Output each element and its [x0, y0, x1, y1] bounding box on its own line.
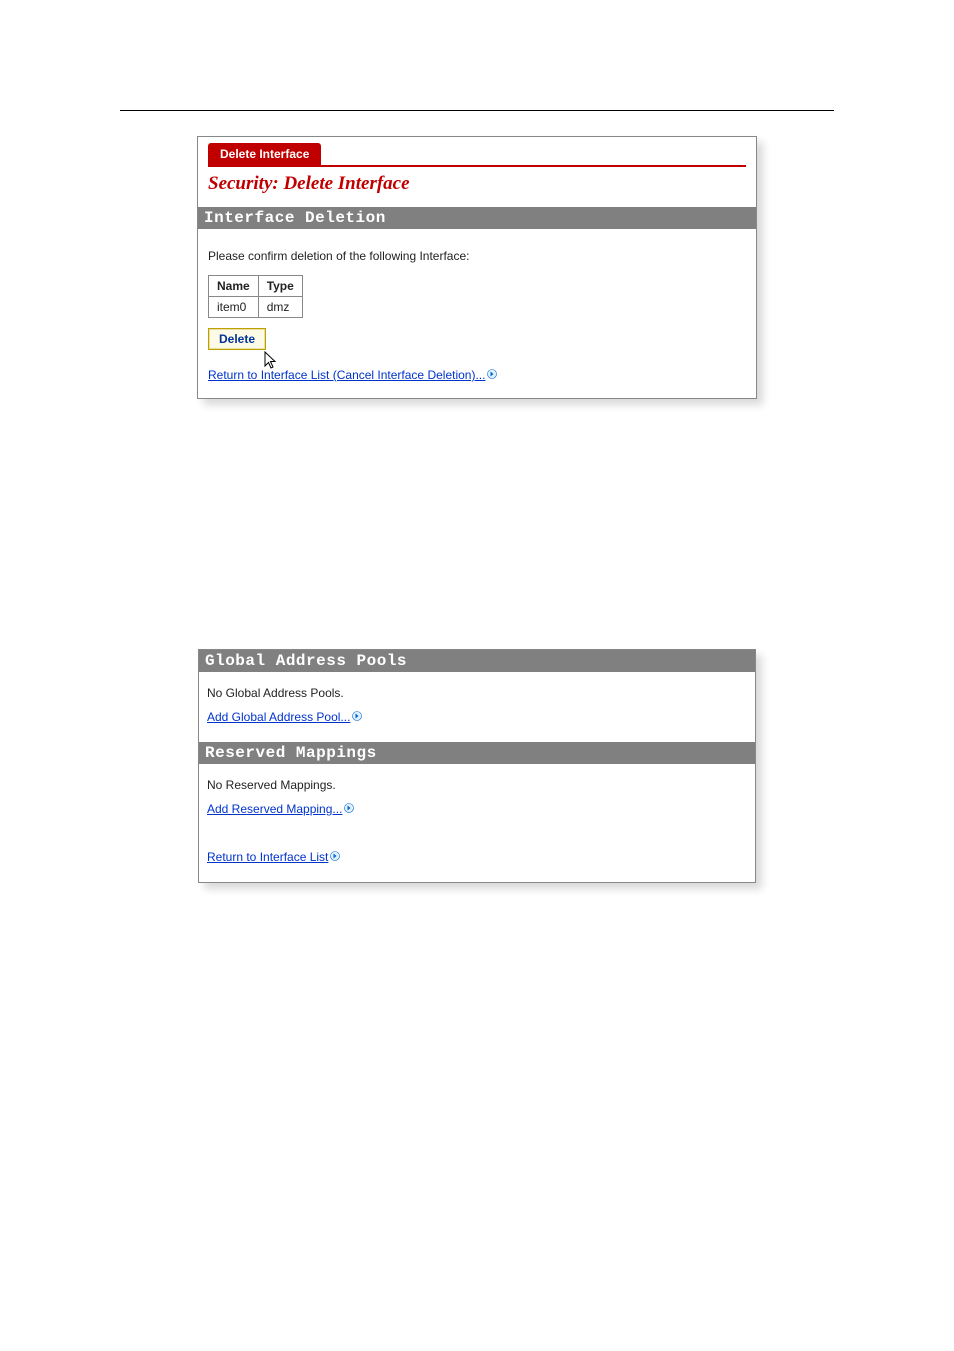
add-global-pool-link[interactable]: Add Global Address Pool...	[207, 710, 362, 724]
header-name: Name	[209, 276, 259, 297]
arrow-right-icon	[330, 850, 340, 864]
gap-content: No Global Address Pools. Add Global Addr…	[199, 672, 755, 742]
cell-type: dmz	[258, 297, 302, 318]
deletion-content: Please confirm deletion of the following…	[198, 229, 756, 398]
arrow-right-icon	[487, 368, 497, 382]
page-top-rule	[120, 110, 834, 111]
add-global-pool-label: Add Global Address Pool...	[207, 710, 350, 724]
cell-name: item0	[209, 297, 259, 318]
return-row: Return to Interface List	[199, 834, 755, 882]
arrow-right-icon	[344, 802, 354, 816]
section-global-address-pools: Global Address Pools	[199, 650, 755, 672]
header-type: Type	[258, 276, 302, 297]
return-cancel-link[interactable]: Return to Interface List (Cancel Interfa…	[208, 368, 497, 382]
delete-interface-panel: Delete Interface Security: Delete Interf…	[197, 136, 757, 399]
page-title: Security: Delete Interface	[208, 173, 746, 195]
tab-delete-interface[interactable]: Delete Interface	[208, 143, 321, 165]
nat-sections-figure: Global Address Pools No Global Address P…	[198, 649, 756, 883]
section-interface-deletion: Interface Deletion	[198, 207, 756, 229]
return-interface-list-label: Return to Interface List	[207, 850, 328, 864]
delete-button-row: Delete	[208, 328, 746, 350]
interface-table: Name Type item0 dmz	[208, 275, 303, 318]
delete-interface-figure: Delete Interface Security: Delete Interf…	[197, 136, 757, 399]
return-interface-list-link[interactable]: Return to Interface List	[207, 850, 340, 864]
add-reserved-mapping-link[interactable]: Add Reserved Mapping...	[207, 802, 354, 816]
table-row: item0 dmz	[209, 297, 303, 318]
nat-panel: Global Address Pools No Global Address P…	[198, 649, 756, 883]
tab-bar: Delete Interface	[198, 137, 756, 165]
arrow-right-icon	[352, 710, 362, 724]
gap-empty-text: No Global Address Pools.	[207, 686, 747, 700]
rm-empty-text: No Reserved Mappings.	[207, 778, 747, 792]
table-header-row: Name Type	[209, 276, 303, 297]
confirm-text: Please confirm deletion of the following…	[208, 249, 746, 263]
tab-underline	[208, 165, 746, 167]
return-link-row: Return to Interface List (Cancel Interfa…	[208, 368, 746, 382]
delete-button[interactable]: Delete	[208, 328, 266, 350]
add-reserved-mapping-label: Add Reserved Mapping...	[207, 802, 342, 816]
rm-content: No Reserved Mappings. Add Reserved Mappi…	[199, 764, 755, 834]
return-cancel-link-label: Return to Interface List (Cancel Interfa…	[208, 368, 485, 382]
section-reserved-mappings: Reserved Mappings	[199, 742, 755, 764]
